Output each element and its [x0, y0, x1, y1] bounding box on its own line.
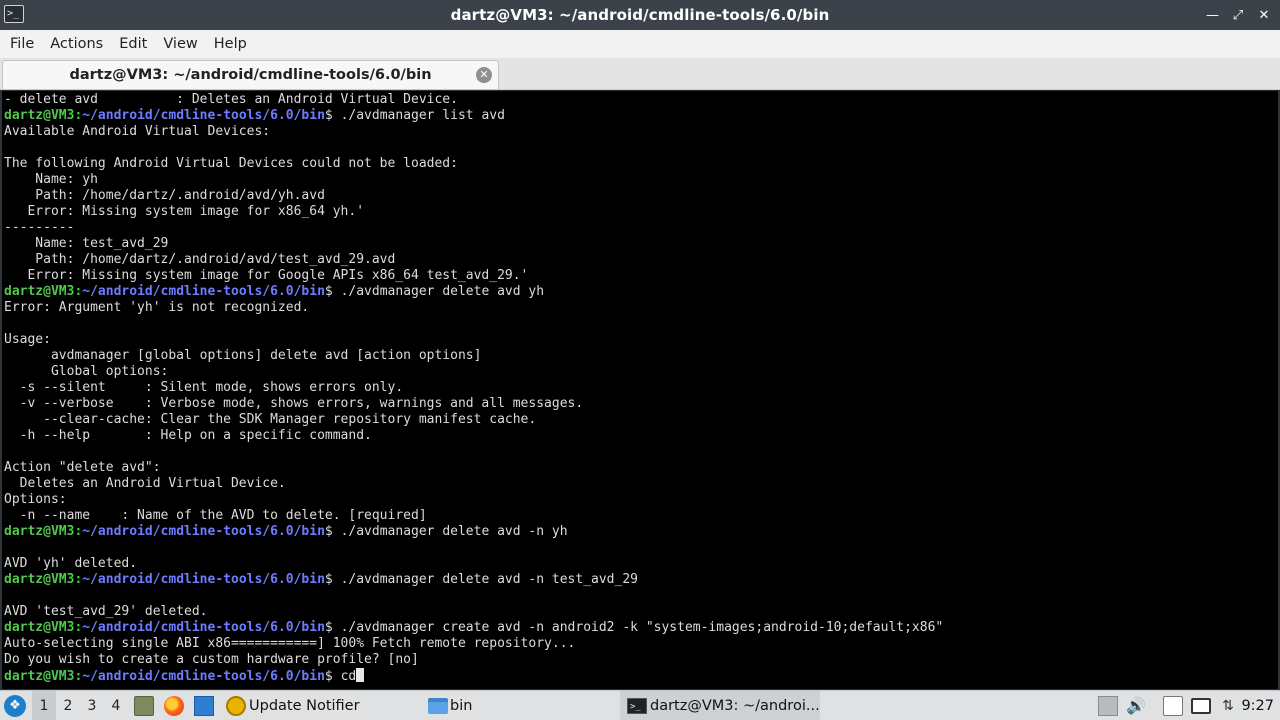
- terminal-output[interactable]: - delete avd : Deletes an Android Virtua…: [0, 91, 1280, 689]
- workspace-3[interactable]: 3: [80, 691, 104, 720]
- command-text: $ ./avdmanager delete avd -n yh: [324, 524, 568, 539]
- workspace-1[interactable]: 1: [32, 691, 56, 720]
- terminal-output-line: Error: Argument 'yh' is not recognized.: [4, 300, 310, 315]
- terminal-output-line: Do you wish to create a custom hardware …: [4, 652, 419, 667]
- menu-view[interactable]: View: [155, 36, 205, 52]
- terminal-output-line: avdmanager [global options] delete avd […: [4, 348, 482, 363]
- window-titlebar[interactable]: >_ dartz@VM3: ~/android/cmdline-tools/6.…: [0, 0, 1280, 30]
- terminal-output-line: Path: /home/dartz/.android/avd/test_avd_…: [4, 252, 396, 267]
- workspace-2[interactable]: 2: [56, 691, 80, 720]
- prompt-user: dartz@VM3:: [4, 572, 83, 587]
- show-desktop-icon[interactable]: [194, 696, 214, 716]
- close-icon[interactable]: ✕: [476, 67, 492, 83]
- terminal-output-line: Available Android Virtual Devices:: [4, 124, 271, 139]
- prompt-user: dartz@VM3:: [4, 108, 83, 123]
- terminal-output-line: AVD 'yh' deleted.: [4, 556, 138, 571]
- folder-icon[interactable]: [428, 698, 448, 714]
- prompt-path: ~/android/cmdline-tools/6.0/bin: [82, 108, 325, 123]
- terminal-output-line: Usage:: [4, 332, 51, 347]
- volume-icon[interactable]: 🔊: [1126, 696, 1146, 716]
- terminal-output-line: Path: /home/dartz/.android/avd/yh.avd: [4, 188, 325, 203]
- prompt-user: dartz@VM3:: [4, 524, 83, 539]
- terminal-output-line: -h --help : Help on a specific command.: [4, 428, 372, 443]
- terminal-output-line: -n --name : Name of the AVD to delete. […: [4, 508, 427, 523]
- prompt-path: ~/android/cmdline-tools/6.0/bin: [82, 572, 325, 587]
- terminal-prompt-line: dartz@VM3:~/android/cmdline-tools/6.0/bi…: [4, 668, 1264, 684]
- prompt-user: dartz@VM3:: [4, 669, 83, 684]
- terminal-output-line: ---------: [4, 220, 75, 235]
- command-text: $ ./avdmanager create avd -n android2 -k…: [324, 620, 944, 635]
- terminal-prompt-line: dartz@VM3:~/android/cmdline-tools/6.0/bi…: [4, 108, 1264, 124]
- task-bin[interactable]: bin: [450, 691, 472, 720]
- update-notifier-icon[interactable]: [226, 696, 246, 716]
- taskbar: ❖ 1 2 3 4 Update Notifier bin >_ dartz@V…: [0, 690, 1280, 720]
- task-update-notifier[interactable]: Update Notifier: [249, 691, 360, 720]
- terminal-output-line: Action "delete avd":: [4, 460, 161, 475]
- task-terminal[interactable]: dartz@VM3: ~/androi...: [650, 691, 820, 720]
- firefox-icon[interactable]: [164, 696, 184, 716]
- menu-bar: File Actions Edit View Help: [0, 30, 1280, 58]
- terminal-output-line: Name: test_avd_29: [4, 236, 169, 251]
- terminal-prompt-line: dartz@VM3:~/android/cmdline-tools/6.0/bi…: [4, 524, 1264, 540]
- terminal-output-line: Error: Missing system image for x86_64 y…: [4, 204, 365, 219]
- maximize-button[interactable]: ⤢: [1232, 8, 1244, 23]
- command-text: $ cd: [324, 669, 357, 684]
- prompt-user: dartz@VM3:: [4, 284, 83, 299]
- terminal-output-line: - delete avd : Deletes an Android Virtua…: [4, 92, 458, 107]
- file-manager-icon[interactable]: [134, 696, 154, 716]
- close-button[interactable]: ✕: [1258, 8, 1270, 23]
- terminal-output-line: Auto-selecting single ABI x86===========…: [4, 636, 576, 651]
- workspace-4[interactable]: 4: [104, 691, 128, 720]
- command-text: $ ./avdmanager delete avd yh: [324, 284, 545, 299]
- terminal-output-line: Options:: [4, 492, 67, 507]
- terminal-prompt-line: dartz@VM3:~/android/cmdline-tools/6.0/bi…: [4, 572, 1264, 588]
- tab-label: dartz@VM3: ~/android/cmdline-tools/6.0/b…: [69, 67, 432, 83]
- terminal-output-line: Deletes an Android Virtual Device.: [4, 476, 286, 491]
- terminal-output-line: --clear-cache: Clear the SDK Manager rep…: [4, 412, 537, 427]
- network-icon[interactable]: ⇅: [1218, 696, 1238, 716]
- terminal-prompt-line: dartz@VM3:~/android/cmdline-tools/6.0/bi…: [4, 284, 1264, 300]
- terminal-output-line: -s --silent : Silent mode, shows errors …: [4, 380, 404, 395]
- tab-terminal[interactable]: dartz@VM3: ~/android/cmdline-tools/6.0/b…: [2, 60, 499, 89]
- window-title: dartz@VM3: ~/android/cmdline-tools/6.0/b…: [450, 6, 830, 24]
- terminal-lines: - delete avd : Deletes an Android Virtua…: [4, 92, 1264, 684]
- clipboard-icon[interactable]: [1163, 696, 1183, 716]
- prompt-path: ~/android/cmdline-tools/6.0/bin: [82, 524, 325, 539]
- menu-actions[interactable]: Actions: [42, 36, 111, 52]
- prompt-user: dartz@VM3:: [4, 620, 83, 635]
- terminal-output-line: Global options:: [4, 364, 169, 379]
- terminal-output-line: Name: yh: [4, 172, 98, 187]
- terminal-prompt-line: dartz@VM3:~/android/cmdline-tools/6.0/bi…: [4, 620, 1264, 636]
- terminal-output-line: AVD 'test_avd_29' deleted.: [4, 604, 208, 619]
- terminal-icon: >_: [627, 698, 647, 714]
- display-icon[interactable]: [1191, 698, 1211, 714]
- terminal-app-icon: >_: [4, 5, 24, 23]
- menu-edit[interactable]: Edit: [111, 36, 155, 52]
- minimize-button[interactable]: —: [1206, 8, 1219, 23]
- menu-help[interactable]: Help: [206, 36, 255, 52]
- command-text: $ ./avdmanager delete avd -n test_avd_29: [324, 572, 638, 587]
- terminal-output-line: Error: Missing system image for Google A…: [4, 268, 529, 283]
- terminal-output-line: -v --verbose : Verbose mode, shows error…: [4, 396, 584, 411]
- scrollbar[interactable]: [1272, 91, 1278, 689]
- prompt-path: ~/android/cmdline-tools/6.0/bin: [82, 669, 325, 684]
- command-text: $ ./avdmanager list avd: [324, 108, 505, 123]
- menu-file[interactable]: File: [2, 36, 42, 52]
- tab-bar: dartz@VM3: ~/android/cmdline-tools/6.0/b…: [0, 58, 1280, 90]
- terminal-output-line: The following Android Virtual Devices co…: [4, 156, 458, 171]
- terminal-cursor: [356, 668, 365, 682]
- clock: 9:27: [1241, 698, 1274, 714]
- battery-icon[interactable]: [1098, 696, 1118, 716]
- prompt-path: ~/android/cmdline-tools/6.0/bin: [82, 284, 325, 299]
- start-menu-icon[interactable]: ❖: [4, 695, 26, 717]
- prompt-path: ~/android/cmdline-tools/6.0/bin: [82, 620, 325, 635]
